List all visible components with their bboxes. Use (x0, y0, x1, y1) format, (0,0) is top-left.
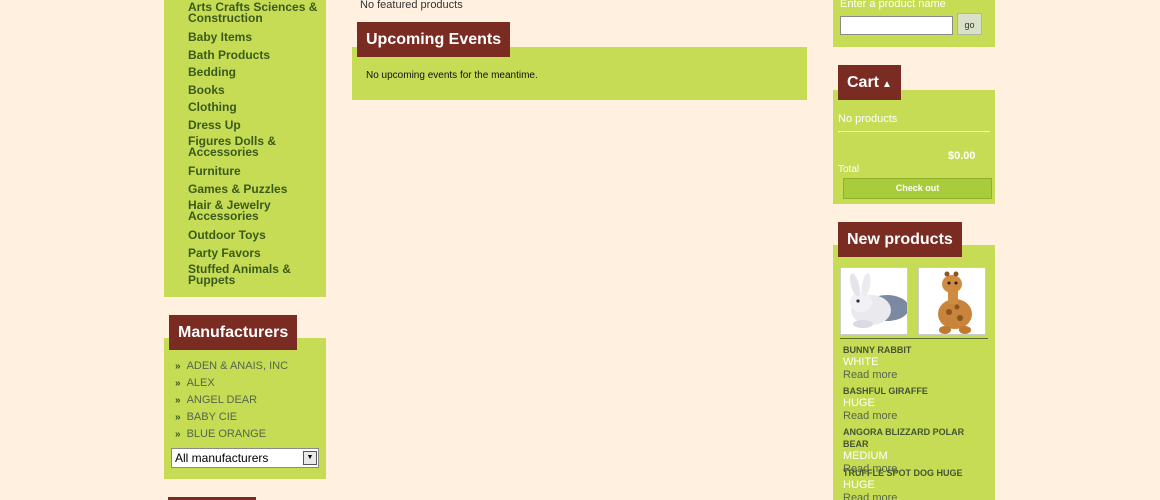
product-desc: WHITE (843, 356, 879, 368)
product-desc: MEDIUM (843, 450, 888, 462)
search-input[interactable] (840, 16, 953, 35)
double-chevron-right-icon: » (175, 412, 181, 423)
cart-title[interactable]: Cart ▲ (838, 65, 901, 100)
read-more-link[interactable]: Read more (843, 368, 991, 382)
category-clothing[interactable]: Clothing (188, 99, 324, 117)
cart-total-value: $0.00 (948, 150, 976, 162)
new-products-title: New products (838, 222, 962, 257)
new-product-item: TRUFFLE SPOT DOG HUGE HUGE Read more (843, 467, 991, 500)
category-bath-products[interactable]: Bath Products (188, 47, 324, 65)
category-party-favors[interactable]: Party Favors (188, 245, 324, 263)
checkout-button[interactable]: Check out (843, 178, 992, 199)
double-chevron-right-icon: » (175, 378, 181, 389)
product-name[interactable]: BUNNY RABBIT (843, 344, 991, 356)
category-baby-items[interactable]: Baby Items (188, 29, 324, 47)
categories-block: Arts Crafts Sciences & Construction Baby… (164, 0, 326, 297)
manufacturers-select[interactable]: All manufacturers ▼ (171, 448, 319, 468)
category-books[interactable]: Books (188, 82, 324, 100)
category-arts-crafts[interactable]: Arts Crafts Sciences & Construction (188, 0, 324, 29)
search-go-button[interactable]: go (957, 13, 982, 35)
cart-block: No products $0.00 Total Check out (833, 90, 995, 204)
category-furniture[interactable]: Furniture (188, 163, 324, 181)
events-title: Upcoming Events (357, 22, 511, 57)
manufacturers-block: » ADEN & ANAIS, INC » ALEX » ANGEL DEAR » BA… (164, 338, 326, 479)
bunny-rabbit-graphic (841, 268, 907, 334)
manufacturer-item[interactable]: » BLUE ORANGE (175, 426, 288, 443)
double-chevron-right-icon: » (175, 429, 181, 440)
read-more-link[interactable]: Read more (843, 491, 991, 500)
bunny-rabbit-image[interactable] (840, 267, 908, 335)
category-dress-up[interactable]: Dress Up (188, 117, 324, 135)
search-label: Enter a product name (840, 0, 946, 10)
manufacturer-label: BABY CIE (186, 411, 238, 423)
new-product-item: BUNNY RABBIT WHITE Read more (843, 344, 991, 385)
cart-divider (838, 131, 990, 132)
manufacturer-item[interactable]: » ADEN & ANAIS, INC (175, 358, 288, 375)
product-name[interactable]: ANGORA BLIZZARD POLAR BEAR (843, 426, 991, 450)
manufacturer-label: ALEX (186, 377, 215, 389)
manufacturers-list: » ADEN & ANAIS, INC » ALEX » ANGEL DEAR » BA… (175, 358, 288, 443)
double-chevron-right-icon: » (175, 395, 181, 406)
new-products-block: BUNNY RABBIT WHITE Read more BASHFUL GIR… (833, 245, 995, 500)
featured-empty-text: No featured products (360, 0, 463, 11)
manufacturer-label: ANGEL DEAR (186, 394, 258, 406)
manufacturers-select-value: All manufacturers (175, 451, 269, 465)
cart-total-label: Total (838, 164, 860, 175)
manufacturers-title: Manufacturers (169, 315, 298, 350)
categories-list: Arts Crafts Sciences & Construction Baby… (188, 0, 324, 291)
category-figures-dolls[interactable]: Figures Dolls & Accessories (188, 134, 324, 163)
category-stuffed-animals[interactable]: Stuffed Animals & Puppets (188, 262, 324, 291)
category-games-puzzles[interactable]: Games & Puzzles (188, 181, 324, 199)
read-more-link[interactable]: Read more (843, 409, 991, 423)
category-bedding[interactable]: Bedding (188, 64, 324, 82)
manufacturer-item[interactable]: » BABY CIE (175, 409, 288, 426)
new-products-list: BUNNY RABBIT WHITE Read more BASHFUL GIR… (843, 344, 991, 500)
product-name[interactable]: TRUFFLE SPOT DOG HUGE (843, 467, 991, 479)
category-hair-jewelry[interactable]: Hair & Jewelry Accessories (188, 198, 324, 227)
product-name[interactable]: BASHFUL GIRAFFE (843, 385, 991, 397)
page: Arts Crafts Sciences & Construction Baby… (0, 0, 1160, 500)
new-product-item: ANGORA BLIZZARD POLAR BEAR MEDIUM Read m… (843, 426, 991, 475)
search-block: Enter a product name go (833, 0, 995, 47)
cart-empty-text: No products (838, 113, 898, 125)
caret-up-icon: ▲ (882, 79, 892, 90)
events-empty-text: No upcoming events for the meantime. (366, 70, 538, 81)
manufacturer-label: BLUE ORANGE (186, 428, 267, 440)
giraffe-image[interactable] (918, 267, 986, 335)
manufacturer-label: ADEN & ANAIS, INC (186, 360, 289, 372)
product-desc: HUGE (843, 397, 875, 409)
new-product-item: BASHFUL GIRAFFE HUGE Read more (843, 385, 991, 426)
dropdown-arrow-icon: ▼ (303, 451, 317, 465)
new-products-divider (840, 338, 988, 339)
product-desc: HUGE (843, 479, 875, 491)
category-outdoor-toys[interactable]: Outdoor Toys (188, 227, 324, 245)
giraffe-graphic (919, 268, 985, 334)
manufacturer-item[interactable]: » ALEX (175, 375, 288, 392)
manufacturer-item[interactable]: » ANGEL DEAR (175, 392, 288, 409)
cart-title-label: Cart (847, 74, 880, 91)
double-chevron-right-icon: » (175, 361, 181, 372)
